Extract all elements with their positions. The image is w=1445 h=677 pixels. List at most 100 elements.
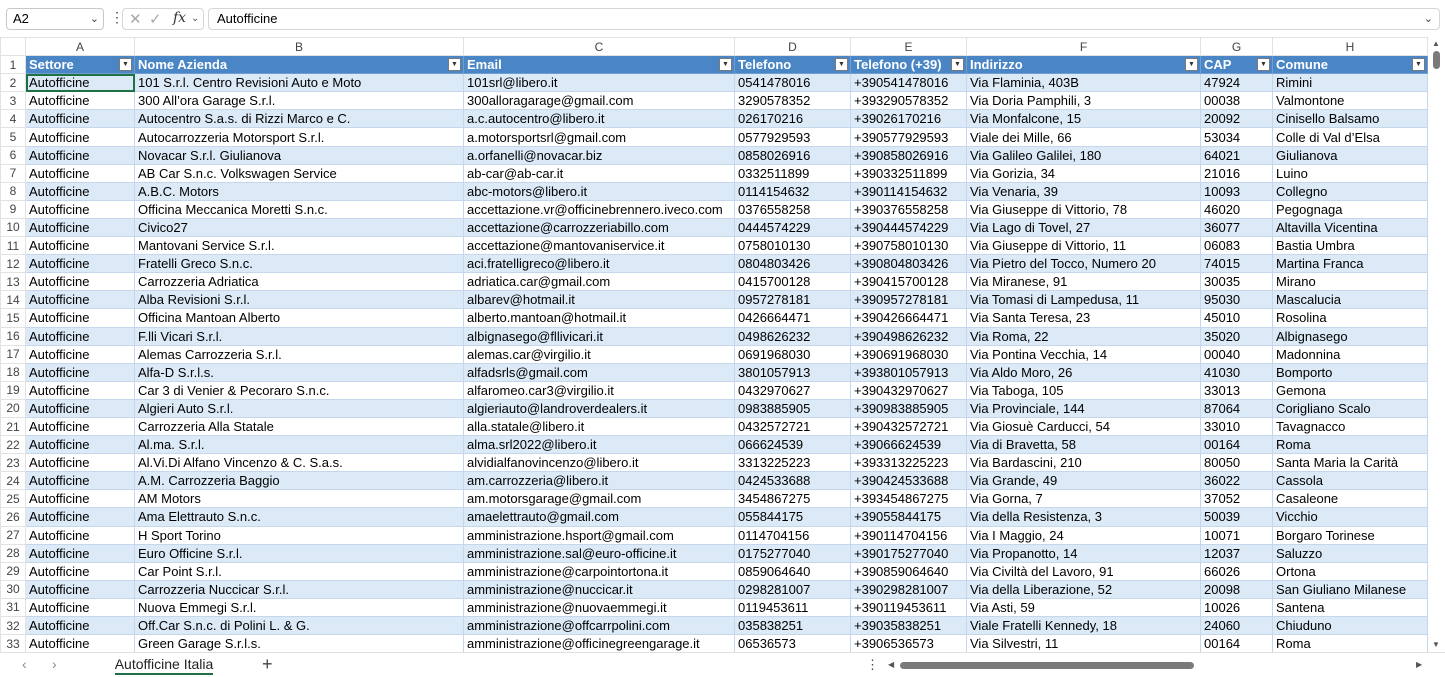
cell[interactable]: Viale Fratelli Kennedy, 18 — [966, 615, 1201, 636]
cell[interactable]: Mascalucia — [1272, 290, 1428, 310]
cell[interactable]: Autofficine — [25, 471, 135, 491]
name-box[interactable]: A2 ⌄ — [6, 8, 104, 30]
cell[interactable]: San Giuliano Milanese — [1272, 579, 1428, 599]
cell[interactable]: 30035 — [1200, 272, 1273, 292]
cell[interactable]: +390858026916 — [850, 145, 967, 165]
cell[interactable]: amministrazione@officinegreengarage.it — [463, 634, 735, 654]
cell[interactable]: Autofficine — [25, 181, 135, 201]
cell[interactable]: +390119453611 — [850, 597, 967, 618]
cell[interactable]: Via Pontina Vecchia, 14 — [966, 344, 1201, 364]
cell[interactable]: 24060 — [1200, 615, 1273, 636]
cell[interactable]: Autofficine — [25, 489, 135, 509]
cell[interactable]: Via Taboga, 105 — [966, 380, 1201, 400]
cell[interactable]: Via Grande, 49 — [966, 471, 1201, 491]
header-cell[interactable]: Indirizzo ▼ — [966, 55, 1201, 75]
cell[interactable]: Autofficine — [25, 272, 135, 292]
cell[interactable]: Car 3 di Venier & Pecoraro S.n.c. — [134, 380, 464, 400]
cell[interactable]: +390691968030 — [850, 344, 967, 364]
cell[interactable]: 0298281007 — [734, 579, 851, 599]
cell[interactable]: +39026170216 — [850, 109, 967, 129]
cancel-icon[interactable]: ✕ — [129, 10, 142, 28]
cell[interactable]: Algieri Auto S.r.l. — [134, 398, 464, 418]
cell[interactable]: alvidialfanovincenzo@libero.it — [463, 453, 735, 473]
cell[interactable]: 0114704156 — [734, 525, 851, 545]
cell[interactable]: Via Lago di Tovel, 27 — [966, 217, 1201, 238]
row-header[interactable]: 15 — [0, 308, 26, 328]
cell[interactable]: Autofficine — [25, 127, 135, 147]
cell[interactable]: 0332511899 — [734, 163, 851, 183]
chevron-left-icon[interactable]: ‹ — [22, 656, 27, 672]
scroll-down-icon[interactable]: ▼ — [1432, 640, 1440, 649]
cell[interactable]: Via Gorna, 7 — [966, 489, 1201, 509]
row-header[interactable]: 5 — [0, 127, 26, 147]
cell[interactable]: Al.Vi.Di Alfano Vincenzo & C. S.a.s. — [134, 453, 464, 473]
sheet-tab-autofficine-italia[interactable]: Autofficine Italia — [106, 653, 222, 677]
cell[interactable]: +390758010130 — [850, 236, 967, 256]
cell[interactable]: +393313225223 — [850, 453, 967, 473]
row-header[interactable]: 30 — [0, 579, 26, 599]
filter-dropdown-icon[interactable]: ▼ — [1185, 58, 1198, 72]
cell[interactable]: Autofficine — [25, 91, 135, 111]
row-header[interactable]: 3 — [0, 91, 26, 111]
cell[interactable]: Al.ma. S.r.l. — [134, 435, 464, 455]
row-header[interactable]: 25 — [0, 489, 26, 509]
cell[interactable]: alfaromeo.car3@virgilio.it — [463, 380, 735, 400]
cell[interactable]: 3454867275 — [734, 489, 851, 509]
cell[interactable]: Roma — [1272, 435, 1428, 455]
cell[interactable]: 74015 — [1200, 254, 1273, 274]
cell[interactable]: abc-motors@libero.it — [463, 181, 735, 201]
cell[interactable]: 0758010130 — [734, 236, 851, 256]
cell[interactable]: Autofficine — [25, 561, 135, 581]
cell[interactable]: 00040 — [1200, 344, 1273, 364]
cell[interactable]: aci.fratelligreco@libero.it — [463, 254, 735, 274]
cell[interactable]: Madonnina — [1272, 344, 1428, 364]
column-header-e[interactable]: E — [850, 36, 967, 57]
cell[interactable]: +39035838251 — [850, 615, 967, 636]
cell[interactable]: Luino — [1272, 163, 1428, 183]
column-header-a[interactable]: A — [25, 36, 135, 57]
cell[interactable]: F.lli Vicari S.r.l. — [134, 326, 464, 346]
cell[interactable]: 06083 — [1200, 236, 1273, 256]
row-header[interactable]: 22 — [0, 435, 26, 455]
cell[interactable]: Colle di Val d’Elsa — [1272, 127, 1428, 147]
cell[interactable]: Autofficine — [25, 380, 135, 400]
cell[interactable]: Giulianova — [1272, 145, 1428, 165]
cell[interactable]: Autofficine — [25, 507, 135, 527]
cell[interactable]: Gemona — [1272, 380, 1428, 400]
cell[interactable]: Autofficine — [25, 236, 135, 256]
row-header[interactable]: 2 — [0, 73, 26, 93]
row-header[interactable]: 20 — [0, 398, 26, 418]
cell[interactable]: +390577929593 — [850, 127, 967, 147]
row-header[interactable]: 13 — [0, 272, 26, 292]
cell[interactable]: 37052 — [1200, 489, 1273, 509]
insert-function-icon[interactable]: fx — [173, 10, 186, 26]
cell[interactable]: Carrozzeria Nuccicar S.r.l. — [134, 579, 464, 599]
cell[interactable]: 20092 — [1200, 109, 1273, 129]
cell[interactable]: Autofficine — [25, 163, 135, 183]
cell[interactable]: 0426664471 — [734, 308, 851, 328]
cell[interactable]: 10026 — [1200, 597, 1273, 618]
cell[interactable]: +390498626232 — [850, 326, 967, 346]
cell[interactable]: +3906536573 — [850, 634, 967, 654]
cell[interactable]: Via Asti, 59 — [966, 597, 1201, 618]
cell[interactable]: 87064 — [1200, 398, 1273, 418]
filter-dropdown-icon[interactable]: ▼ — [719, 58, 732, 72]
cell[interactable]: 06536573 — [734, 634, 851, 654]
cell[interactable]: accettazione.vr@officinebrennero.iveco.c… — [463, 199, 735, 219]
cell[interactable]: Via I Maggio, 24 — [966, 525, 1201, 545]
cell[interactable]: +390114704156 — [850, 525, 967, 545]
cell[interactable]: 0983885905 — [734, 398, 851, 418]
filter-dropdown-icon[interactable]: ▼ — [835, 58, 848, 72]
cell[interactable]: albarev@hotmail.it — [463, 290, 735, 310]
cell[interactable]: Via Santa Teresa, 23 — [966, 308, 1201, 328]
cell[interactable]: 10071 — [1200, 525, 1273, 545]
header-cell[interactable]: Comune ▼ — [1272, 55, 1428, 75]
column-header-h[interactable]: H — [1272, 36, 1428, 57]
cell[interactable]: Via Aldo Moro, 26 — [966, 362, 1201, 382]
row-header[interactable]: 23 — [0, 453, 26, 473]
cell[interactable]: Autofficine — [25, 73, 135, 93]
cell[interactable]: 026170216 — [734, 109, 851, 129]
cell[interactable]: am.carrozzeria@libero.it — [463, 471, 735, 491]
row-header[interactable]: 14 — [0, 290, 26, 310]
cell[interactable]: Via Propanotto, 14 — [966, 543, 1201, 563]
